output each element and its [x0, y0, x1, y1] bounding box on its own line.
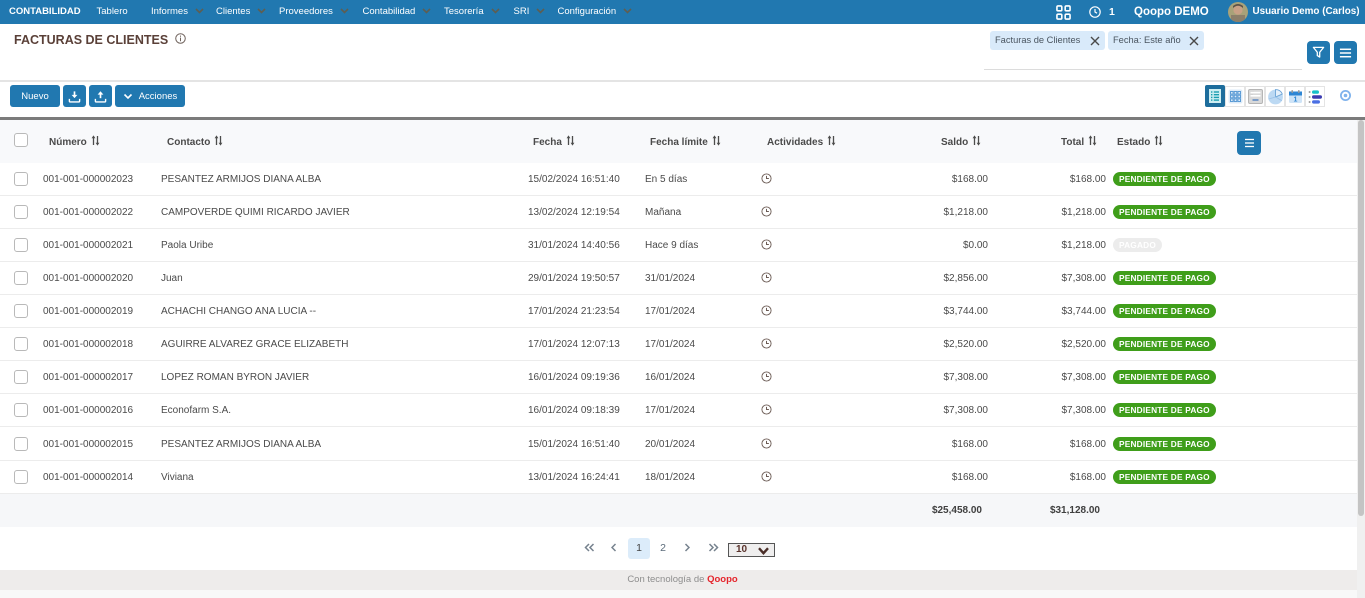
- svg-text:1: 1: [1293, 96, 1297, 103]
